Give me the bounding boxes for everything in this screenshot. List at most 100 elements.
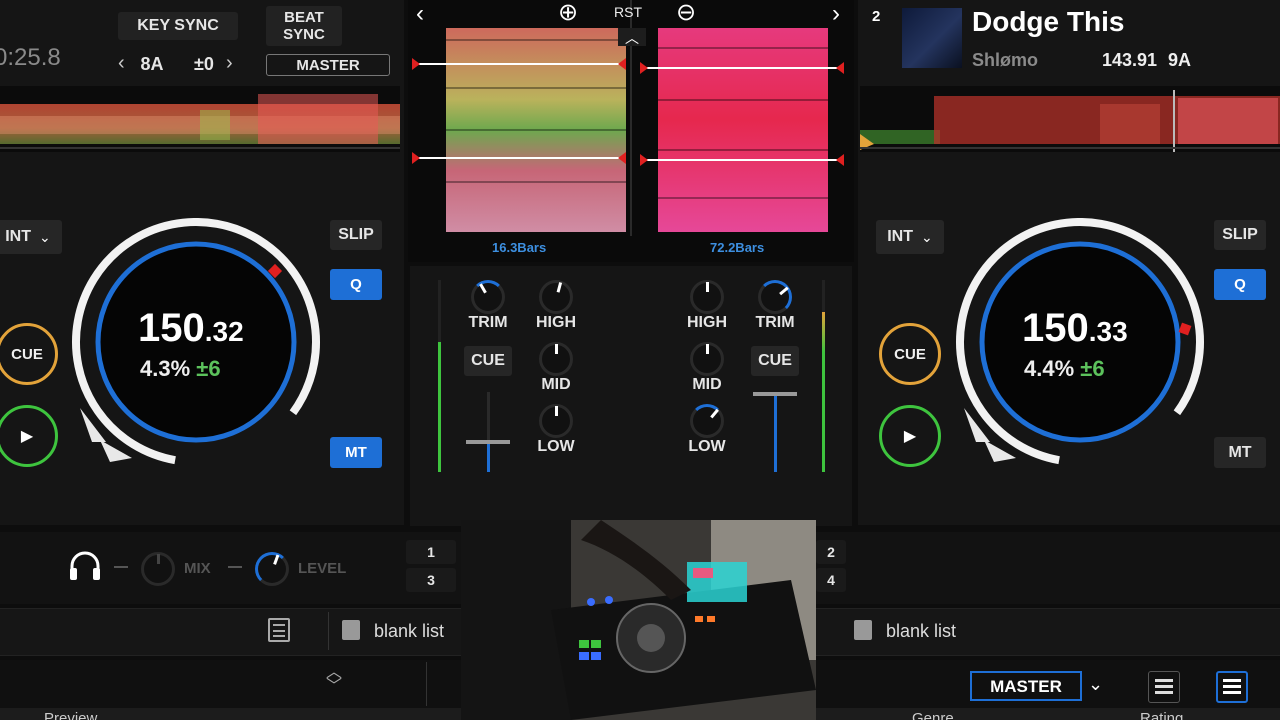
list-separator bbox=[328, 612, 329, 650]
ch2-fader-fill bbox=[774, 394, 777, 472]
ch2-volume-fader[interactable] bbox=[753, 392, 797, 472]
deck1-master-tempo-button[interactable]: MT bbox=[330, 437, 382, 468]
deck1-bpm-dec: .32 bbox=[204, 316, 244, 347]
ch2-mid-label: MID bbox=[692, 376, 722, 393]
deck1-key: 8A bbox=[140, 54, 164, 74]
chevron-down-icon: ⌄ bbox=[921, 228, 933, 245]
deck2-artist: Shlømo bbox=[972, 50, 1038, 70]
deck2-pitch: 4.4% ±6 bbox=[1024, 356, 1105, 382]
deck1-waveform-svg bbox=[0, 94, 400, 149]
ch1-level-meter bbox=[438, 280, 441, 472]
dash-divider bbox=[114, 566, 128, 568]
document-icon[interactable] bbox=[268, 618, 290, 642]
col-preview[interactable]: Preview bbox=[44, 710, 97, 720]
master-select[interactable]: MASTER bbox=[970, 671, 1082, 701]
col-rating[interactable]: Rating bbox=[1140, 710, 1183, 720]
beat-sync-button[interactable]: BEAT SYNC bbox=[266, 6, 342, 46]
play-icon: ▶ bbox=[20, 428, 34, 445]
play-icon: ▶ bbox=[903, 428, 917, 445]
deck1-bpm: 150.32 bbox=[138, 306, 244, 351]
collapse-up-icon[interactable]: ︿ bbox=[618, 28, 646, 46]
ch2-fader-handle[interactable] bbox=[753, 392, 797, 396]
ch2-level-meter bbox=[822, 280, 825, 472]
deck2-quantize-button[interactable]: Q bbox=[1214, 269, 1266, 300]
deck-select-1[interactable]: 1 bbox=[406, 540, 456, 564]
zoom-next-icon[interactable]: › bbox=[832, 0, 840, 28]
ch1-level-fill bbox=[438, 342, 441, 472]
deck2-waveform-svg bbox=[860, 90, 1280, 152]
ch2-level-fill bbox=[822, 312, 825, 472]
deck2-cue-button[interactable]: CUE bbox=[879, 323, 941, 385]
deck2-title: Dodge This bbox=[972, 6, 1125, 37]
deck1-pitch-range: ±6 bbox=[196, 356, 221, 381]
blank-list-right[interactable]: blank list bbox=[886, 621, 956, 642]
ch1-cue-button[interactable]: CUE bbox=[464, 346, 512, 376]
reset-zoom-button[interactable]: RST bbox=[614, 4, 642, 20]
ch2-trim-label: TRIM bbox=[755, 314, 795, 331]
ch1-fader-fill bbox=[487, 442, 490, 472]
chevron-down-icon[interactable]: ⌄ bbox=[1088, 674, 1103, 695]
chevron-down-icon: ⌄ bbox=[39, 228, 51, 245]
deck-select-3[interactable]: 3 bbox=[406, 568, 456, 592]
deck1-bpm-int: 150 bbox=[138, 306, 205, 350]
deck-select-2[interactable]: 2 bbox=[816, 540, 846, 564]
ch2-low-label: LOW bbox=[688, 438, 726, 455]
zoom-in-icon[interactable]: ⊕ bbox=[558, 0, 578, 27]
headphone-level-knob[interactable] bbox=[255, 552, 289, 586]
deck1-key-shift: ±0 bbox=[194, 54, 214, 74]
deck2-number: 2 bbox=[872, 8, 881, 25]
deck1-time: 0:25.8 bbox=[0, 44, 61, 71]
blank-list-left[interactable]: blank list bbox=[374, 621, 444, 642]
ch1-trim-label: TRIM bbox=[468, 314, 508, 331]
ch1-low-knob[interactable] bbox=[539, 404, 573, 438]
ch1-high-knob[interactable] bbox=[539, 280, 573, 314]
deck1-bars-remaining: 16.3Bars bbox=[492, 240, 547, 255]
ch2-cue-button[interactable]: CUE bbox=[751, 346, 799, 376]
camera-scene-svg bbox=[461, 520, 816, 720]
deck1-slip-button[interactable]: SLIP bbox=[330, 220, 382, 250]
deck1-int-dropdown[interactable]: INT ⌄ bbox=[0, 220, 62, 254]
zoom-out-icon[interactable]: ⊖ bbox=[676, 0, 696, 27]
ch1-volume-fader[interactable] bbox=[466, 392, 510, 472]
deck1-master-button[interactable]: MASTER bbox=[266, 54, 390, 76]
ch2-low-knob[interactable] bbox=[690, 404, 724, 438]
ch1-mid-knob[interactable] bbox=[539, 342, 573, 376]
camera-video-overlay bbox=[461, 520, 816, 720]
deck2-slip-button[interactable]: SLIP bbox=[1214, 220, 1266, 250]
deck2-master-tempo-button[interactable]: MT bbox=[1214, 437, 1266, 468]
dash-divider bbox=[228, 566, 242, 568]
ch1-trim-knob[interactable] bbox=[471, 280, 505, 314]
headphone-mix-knob[interactable] bbox=[141, 552, 175, 586]
deck1-overview-waveform[interactable] bbox=[0, 86, 400, 152]
ch2-mid-knob[interactable] bbox=[690, 342, 724, 376]
deck2-bpm-int: 150 bbox=[1022, 306, 1089, 350]
deck-select-4[interactable]: 4 bbox=[816, 568, 846, 592]
deck2-bars-remaining: 72.2Bars bbox=[710, 240, 765, 255]
ch2-trim-knob[interactable] bbox=[758, 280, 792, 314]
deck2-overview-waveform[interactable] bbox=[860, 86, 1280, 152]
deck2-album-art bbox=[902, 8, 962, 68]
deck2-int-label: INT bbox=[887, 228, 914, 245]
playlist-icon bbox=[854, 620, 872, 640]
ch1-mid-label: MID bbox=[541, 376, 571, 393]
zoom-prev-icon[interactable]: ‹ bbox=[416, 0, 424, 28]
ch1-low-label: LOW bbox=[537, 438, 575, 455]
col-genre[interactable]: Genre bbox=[912, 710, 954, 720]
ch2-high-knob[interactable] bbox=[690, 280, 724, 314]
deck2-int-dropdown[interactable]: INT ⌄ bbox=[876, 220, 944, 254]
list-view-icon[interactable] bbox=[1148, 671, 1180, 703]
sort-toggle-icon[interactable]: ︿ ﹀ bbox=[322, 665, 346, 695]
ch1-high-label: HIGH bbox=[536, 314, 576, 331]
deck2-play-button[interactable]: ▶ bbox=[879, 405, 941, 467]
key-sync-button[interactable]: KEY SYNC bbox=[118, 12, 238, 40]
beat-sync-line2: SYNC bbox=[283, 26, 325, 43]
toolbar-separator bbox=[426, 662, 427, 706]
mix-label: MIX bbox=[184, 560, 211, 577]
level-label: LEVEL bbox=[298, 560, 347, 577]
key-down-icon[interactable]: ‹ bbox=[118, 52, 125, 75]
ch1-fader-handle[interactable] bbox=[466, 440, 510, 444]
deck1-quantize-button[interactable]: Q bbox=[330, 269, 382, 300]
key-up-icon[interactable]: › bbox=[226, 52, 233, 75]
deck2-bpm-dec: .33 bbox=[1088, 316, 1128, 347]
detail-view-icon[interactable] bbox=[1216, 671, 1248, 703]
